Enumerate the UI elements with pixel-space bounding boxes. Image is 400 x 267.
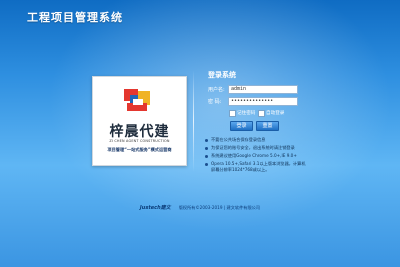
password-label: 密 码: bbox=[208, 99, 222, 105]
remember-password-checkbox[interactable] bbox=[229, 110, 236, 117]
bullet-icon bbox=[205, 139, 208, 142]
login-button[interactable]: 登录 bbox=[230, 121, 253, 131]
remember-password-label: 记住密码 bbox=[237, 111, 256, 116]
bullet-icon bbox=[205, 147, 208, 150]
notice-item: 为保证您的账号安全，退出系统时请注销登录 bbox=[205, 145, 355, 153]
notice-item: 系统建议使用Google Chrome 5.0+,IE 9.0+ bbox=[205, 153, 355, 161]
password-field[interactable]: •••••••••••••• bbox=[228, 97, 298, 106]
background-glow bbox=[0, 0, 400, 267]
copyright-text: 版权所有©2003-2019 | 建文软件有限公司 bbox=[178, 204, 261, 210]
notice-text: 为保证您的账号安全，退出系统时请注销登录 bbox=[211, 145, 295, 150]
login-heading: 登录系统 bbox=[208, 71, 236, 79]
company-logo-card: 梓晨代建 ZI CHEN AGENT CONSTRUCTION 项目管理“一站式… bbox=[92, 76, 187, 166]
username-field[interactable]: admin bbox=[228, 85, 298, 94]
footer: Justech建文 版权所有©2003-2019 | 建文软件有限公司 bbox=[0, 197, 400, 216]
notice-list: 不要在公共场合保存登录信息 为保证您的账号安全，退出系统时请注销登录 系统建议使… bbox=[205, 137, 355, 175]
logo-english-name: ZI CHEN AGENT CONSTRUCTION bbox=[109, 139, 170, 143]
auto-login-checkbox[interactable] bbox=[258, 110, 265, 117]
username-label: 用户名: bbox=[208, 87, 225, 93]
page-title: 工程项目管理系统 bbox=[27, 11, 123, 24]
notice-item: 不要在公共场合保存登录信息 bbox=[205, 137, 355, 145]
vertical-divider bbox=[193, 70, 194, 172]
logo-chinese-name: 梓晨代建 bbox=[109, 124, 170, 140]
notice-text-continued: 屏幕分辨率1024*768或以上。 bbox=[211, 167, 270, 172]
auto-login-label: 自动登录 bbox=[266, 111, 285, 116]
notice-item: Opera 10.5+,Safari 3.1以上版本浏览器，计算机 屏幕分辨率1… bbox=[205, 161, 355, 175]
notice-text: 不要在公共场合保存登录信息 bbox=[211, 137, 266, 142]
reset-button[interactable]: 重置 bbox=[256, 121, 279, 131]
logo-slogan: 项目管理“一站式服务”模式运营商 bbox=[107, 147, 172, 152]
bullet-icon bbox=[205, 163, 208, 166]
footer-logo: Justech建文 bbox=[139, 205, 171, 211]
bullet-icon bbox=[205, 155, 208, 158]
notice-text: 系统建议使用Google Chrome 5.0+,IE 9.0+ bbox=[211, 153, 297, 158]
